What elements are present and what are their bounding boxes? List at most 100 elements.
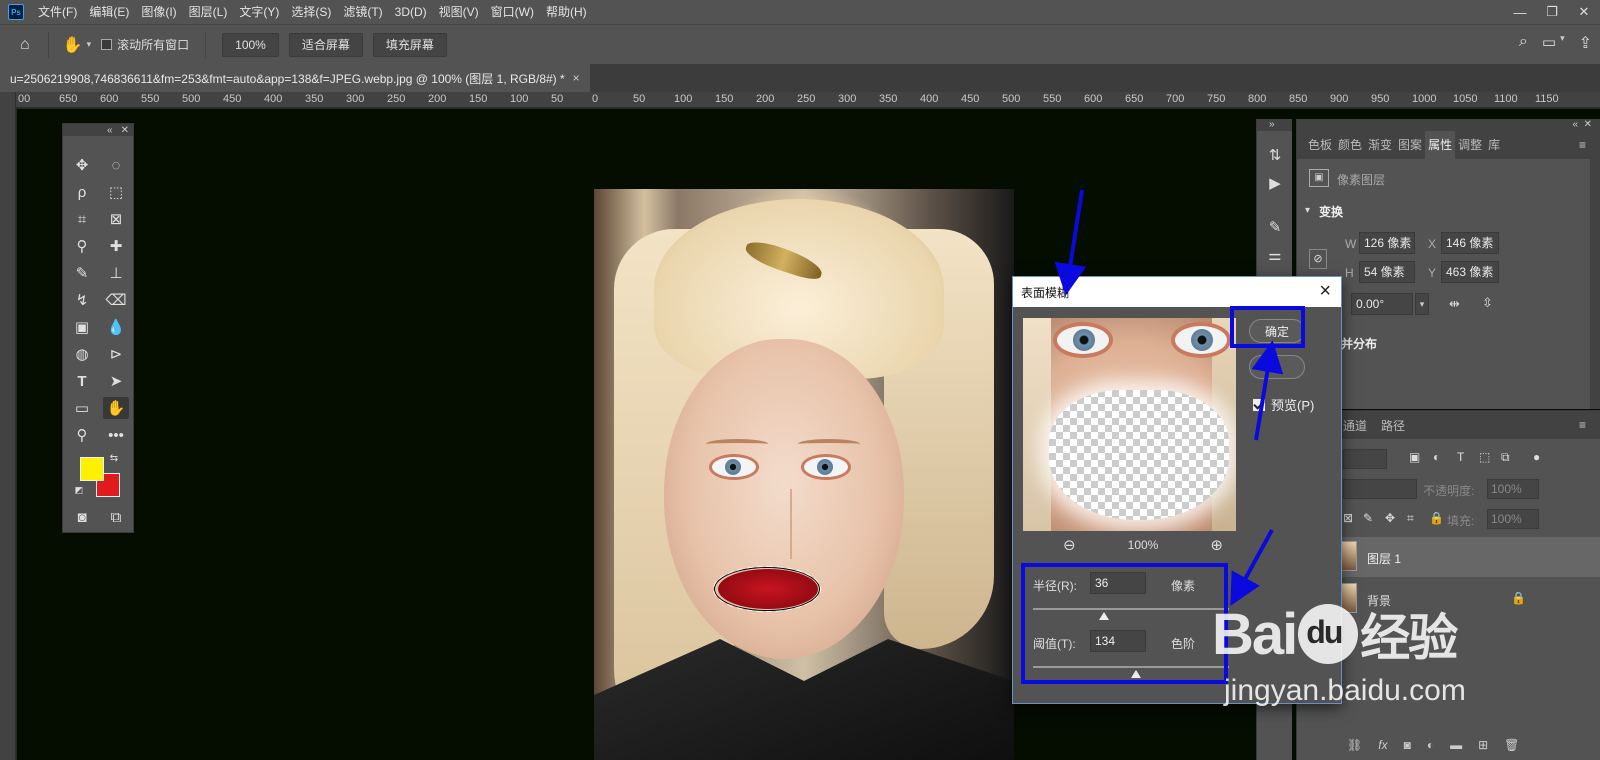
path-select-tool-icon[interactable]: ➤ — [103, 370, 129, 392]
close-icon[interactable]: × — [1319, 281, 1331, 301]
menu-help[interactable]: 帮助(H) — [540, 0, 593, 24]
tab-libraries[interactable]: 库 — [1485, 131, 1503, 159]
lock-pixels-icon[interactable]: ⊠ — [1343, 511, 1353, 525]
lock-all-icon[interactable]: 🔒 — [1429, 511, 1444, 525]
gradient-tool-icon[interactable]: ▣ — [69, 316, 95, 338]
new-layer-icon[interactable]: ⊞ — [1478, 738, 1488, 752]
tab-patterns[interactable]: 图案 — [1395, 131, 1425, 159]
document-image[interactable] — [594, 189, 1014, 760]
layer-row-layer1[interactable]: 图层 1 — [1297, 537, 1600, 577]
adjustment-layer-icon[interactable]: ◐ — [1427, 738, 1434, 752]
fill-field[interactable]: 100% — [1487, 509, 1539, 529]
more-tools-icon[interactable]: ••• — [103, 424, 129, 446]
screen-mode-icon[interactable]: ⧉ — [103, 506, 129, 528]
flip-vertical-icon[interactable]: ⇳ — [1482, 295, 1493, 311]
filter-toggle-icon[interactable]: ● — [1533, 450, 1540, 464]
blur-tool-icon[interactable]: 💧 — [103, 316, 129, 338]
x-field[interactable]: 146 像素 — [1441, 232, 1499, 254]
tab-adjustments[interactable]: 调整 — [1455, 131, 1485, 159]
menu-edit[interactable]: 编辑(E) — [83, 0, 135, 24]
tab-paths[interactable]: 路径 — [1381, 417, 1405, 434]
panel-menu-icon[interactable]: ≡ — [1579, 418, 1586, 432]
fx-icon[interactable]: fx — [1378, 738, 1387, 752]
panel-menu-icon[interactable]: ≡ — [1579, 138, 1586, 152]
frame-tool-icon[interactable]: ⊠ — [103, 208, 129, 230]
type-tool-icon[interactable]: T — [69, 370, 95, 392]
fill-screen-button[interactable]: 填充屏幕 — [372, 32, 447, 57]
opacity-field[interactable]: 100% — [1487, 479, 1539, 499]
quick-mask-icon[interactable]: ◙ — [69, 506, 95, 528]
rectangle-tool-icon[interactable]: ▭ — [69, 397, 95, 419]
filter-adjust-icon[interactable]: ◐ — [1433, 450, 1440, 464]
scroll-all-windows-checkbox[interactable]: 滚动所有窗口 — [101, 36, 189, 53]
default-colors-icon[interactable]: ◩ — [73, 484, 85, 496]
zoom-out-icon[interactable]: ⊖ — [1063, 536, 1076, 554]
lock-paint-icon[interactable]: ✎ — [1363, 511, 1373, 525]
filter-smart-icon[interactable]: ⧉ — [1501, 450, 1510, 465]
menu-view[interactable]: 视图(V) — [433, 0, 485, 24]
filter-shape-icon[interactable]: ⬚ — [1479, 450, 1490, 464]
crop-tool-icon[interactable]: ⌗ — [69, 208, 95, 230]
eyedropper-tool-icon[interactable]: ⚲ — [69, 235, 95, 257]
menu-file[interactable]: 文件(F) — [32, 0, 83, 24]
tools-panel-header[interactable]: «✕ — [63, 124, 133, 136]
zoom-tool-icon[interactable]: ⚲ — [69, 424, 95, 446]
adjustments-icon[interactable]: ⚌ — [1263, 243, 1287, 267]
lips-selection-marquee[interactable] — [713, 566, 821, 612]
zoom-in-icon[interactable]: ⊕ — [1210, 536, 1223, 554]
menu-filter[interactable]: 滤镜(T) — [337, 0, 388, 24]
collapse-icon[interactable]: « — [1572, 119, 1578, 131]
brush-tool-icon[interactable]: ✎ — [69, 262, 95, 284]
home-icon[interactable]: ⌂ — [20, 36, 30, 54]
lock-position-icon[interactable]: ✥ — [1385, 511, 1395, 525]
dialog-title-bar[interactable]: 表面模糊 × — [1013, 277, 1341, 307]
menu-type[interactable]: 文字(Y) — [233, 0, 285, 24]
foreground-color-swatch[interactable] — [80, 457, 104, 481]
pen-tool-icon[interactable]: ⊳ — [103, 343, 129, 365]
close-window-icon[interactable]: ✕ — [1568, 0, 1600, 24]
checkbox-box[interactable] — [101, 39, 113, 50]
link-layers-icon[interactable]: ⛓ — [1347, 738, 1362, 752]
angle-field[interactable]: 0.00° — [1351, 293, 1413, 315]
y-field[interactable]: 463 像素 — [1441, 261, 1499, 283]
delete-layer-icon[interactable]: 🗑 — [1504, 738, 1519, 752]
hand-tool-icon[interactable]: ✋ — [103, 397, 129, 419]
swap-colors-icon[interactable]: ⇆ — [107, 451, 121, 465]
height-field[interactable]: 54 像素 — [1359, 261, 1415, 283]
menu-select[interactable]: 选择(S) — [285, 0, 337, 24]
document-tab[interactable]: u=2506219908,746836611&fm=253&fmt=auto&a… — [0, 64, 590, 92]
marquee-tool-icon[interactable]: ◌ — [103, 154, 129, 176]
add-mask-icon[interactable]: ◙ — [1404, 738, 1411, 752]
lock-artboard-icon[interactable]: ⌗ — [1407, 511, 1414, 526]
flip-horizontal-icon[interactable]: ⇹ — [1449, 296, 1460, 312]
close-tab-icon[interactable]: × — [573, 71, 580, 85]
filter-pixel-icon[interactable]: ▣ — [1409, 450, 1420, 464]
restore-icon[interactable]: ❐ — [1536, 0, 1568, 24]
actions-play-icon[interactable]: ▶ — [1263, 171, 1287, 195]
tab-swatches[interactable]: 色板 — [1305, 131, 1335, 159]
history-brush-icon[interactable]: ↯ — [69, 289, 95, 311]
cancel-button[interactable]: ... — [1249, 355, 1305, 379]
brush-settings-icon[interactable]: ✎ — [1263, 215, 1287, 239]
close-panel-icon[interactable]: ✕ — [121, 125, 129, 136]
link-dimensions-icon[interactable]: ⊘ — [1309, 249, 1327, 269]
menu-window[interactable]: 窗口(W) — [485, 0, 540, 24]
checkbox-box[interactable] — [1253, 398, 1265, 411]
collapse-icon[interactable]: « — [107, 125, 113, 136]
minimize-icon[interactable]: — — [1504, 0, 1536, 24]
filter-kind-dropdown[interactable] — [1343, 449, 1387, 469]
width-field[interactable]: 126 像素 — [1359, 232, 1415, 254]
blend-mode-dropdown[interactable] — [1343, 479, 1417, 499]
close-panel-icon[interactable]: ✕ — [1584, 119, 1592, 131]
hand-tool-icon[interactable]: ✋ — [63, 35, 83, 55]
object-select-tool-icon[interactable]: ⬚ — [103, 181, 129, 203]
menu-image[interactable]: 图像(I) — [135, 0, 182, 24]
workspace-icon[interactable]: ▭ — [1542, 33, 1556, 53]
chevron-down-icon[interactable]: ▾ — [87, 39, 92, 50]
tab-properties[interactable]: 属性 — [1425, 131, 1456, 159]
lasso-tool-icon[interactable]: ρ — [69, 181, 95, 203]
chevron-down-icon[interactable]: ▾ — [1305, 205, 1310, 216]
properties-scrollbar[interactable] — [1590, 131, 1600, 409]
strip-header[interactable]: » — [1257, 119, 1292, 131]
move-tool-icon[interactable]: ✥ — [69, 154, 95, 176]
